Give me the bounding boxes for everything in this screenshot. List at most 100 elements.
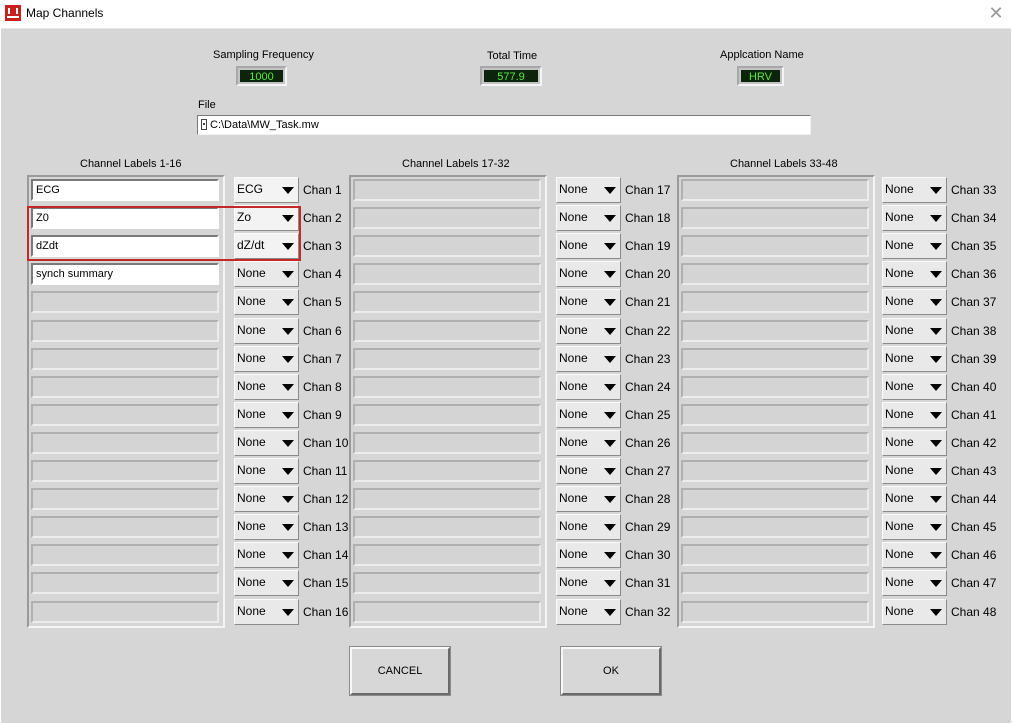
channel-label-input[interactable]: [31, 516, 219, 538]
dropdown-arrow-icon[interactable]: [282, 468, 294, 475]
dropdown-arrow-icon[interactable]: [930, 552, 942, 559]
dropdown-arrow-icon[interactable]: [604, 243, 616, 250]
channel-label-input[interactable]: [353, 601, 541, 623]
channel-mapping-dropdown[interactable]: None: [882, 318, 947, 344]
channel-mapping-dropdown[interactable]: None: [556, 599, 621, 625]
channel-label-input[interactable]: [681, 544, 869, 566]
channel-mapping-dropdown[interactable]: None: [882, 205, 947, 231]
channel-label-input[interactable]: [681, 348, 869, 370]
ok-button[interactable]: OK: [561, 647, 661, 695]
channel-label-input[interactable]: ECG: [31, 179, 219, 201]
dropdown-arrow-icon[interactable]: [282, 412, 294, 419]
channel-mapping-dropdown[interactable]: None: [882, 430, 947, 456]
channel-mapping-dropdown[interactable]: None: [882, 402, 947, 428]
channel-mapping-dropdown[interactable]: None: [882, 261, 947, 287]
channel-label-input[interactable]: [681, 404, 869, 426]
dropdown-arrow-icon[interactable]: [930, 299, 942, 306]
channel-mapping-dropdown[interactable]: None: [234, 542, 299, 568]
dropdown-arrow-icon[interactable]: [930, 524, 942, 531]
channel-mapping-dropdown[interactable]: None: [882, 289, 947, 315]
channel-mapping-dropdown[interactable]: None: [234, 374, 299, 400]
channel-label-input[interactable]: [31, 460, 219, 482]
dropdown-arrow-icon[interactable]: [930, 384, 942, 391]
channel-mapping-dropdown[interactable]: None: [556, 430, 621, 456]
channel-mapping-dropdown[interactable]: None: [556, 289, 621, 315]
channel-mapping-dropdown[interactable]: None: [882, 599, 947, 625]
dropdown-arrow-icon[interactable]: [282, 187, 294, 194]
dropdown-arrow-icon[interactable]: [604, 215, 616, 222]
channel-label-input[interactable]: [353, 432, 541, 454]
dropdown-arrow-icon[interactable]: [930, 187, 942, 194]
dropdown-arrow-icon[interactable]: [930, 496, 942, 503]
channel-mapping-dropdown[interactable]: None: [234, 346, 299, 372]
channel-mapping-dropdown[interactable]: None: [556, 261, 621, 287]
channel-label-input[interactable]: [31, 348, 219, 370]
channel-mapping-dropdown[interactable]: None: [556, 205, 621, 231]
dropdown-arrow-icon[interactable]: [604, 328, 616, 335]
dropdown-arrow-icon[interactable]: [930, 215, 942, 222]
channel-mapping-dropdown[interactable]: None: [234, 318, 299, 344]
channel-mapping-dropdown[interactable]: None: [556, 318, 621, 344]
channel-label-input[interactable]: [681, 516, 869, 538]
channel-mapping-dropdown[interactable]: None: [882, 458, 947, 484]
dropdown-arrow-icon[interactable]: [930, 609, 942, 616]
channel-mapping-dropdown[interactable]: None: [882, 374, 947, 400]
channel-label-input[interactable]: [681, 179, 869, 201]
channel-mapping-dropdown[interactable]: None: [882, 514, 947, 540]
dropdown-arrow-icon[interactable]: [604, 299, 616, 306]
dropdown-arrow-icon[interactable]: [930, 243, 942, 250]
channel-mapping-dropdown[interactable]: None: [882, 346, 947, 372]
channel-label-input[interactable]: [681, 263, 869, 285]
dropdown-arrow-icon[interactable]: [604, 496, 616, 503]
dropdown-arrow-icon[interactable]: [930, 356, 942, 363]
dropdown-arrow-icon[interactable]: [282, 580, 294, 587]
channel-label-input[interactable]: [353, 404, 541, 426]
channel-label-input[interactable]: [31, 320, 219, 342]
channel-mapping-dropdown[interactable]: None: [556, 177, 621, 203]
dropdown-arrow-icon[interactable]: [604, 187, 616, 194]
channel-label-input[interactable]: [353, 488, 541, 510]
channel-label-input[interactable]: [681, 488, 869, 510]
dropdown-arrow-icon[interactable]: [604, 609, 616, 616]
dropdown-arrow-icon[interactable]: [282, 271, 294, 278]
channel-mapping-dropdown[interactable]: dZ/dt: [234, 233, 299, 259]
channel-label-input[interactable]: [353, 207, 541, 229]
file-path-field[interactable]: C:\Data\MW_Task.mw: [197, 115, 811, 135]
dropdown-arrow-icon[interactable]: [604, 440, 616, 447]
channel-mapping-dropdown[interactable]: None: [234, 599, 299, 625]
channel-label-input[interactable]: [353, 460, 541, 482]
channel-label-input[interactable]: [31, 404, 219, 426]
channel-mapping-dropdown[interactable]: None: [234, 289, 299, 315]
dropdown-arrow-icon[interactable]: [282, 609, 294, 616]
dropdown-arrow-icon[interactable]: [604, 356, 616, 363]
channel-mapping-dropdown[interactable]: None: [556, 374, 621, 400]
channel-label-input[interactable]: [681, 235, 869, 257]
dropdown-arrow-icon[interactable]: [604, 552, 616, 559]
channel-label-input[interactable]: [353, 263, 541, 285]
channel-mapping-dropdown[interactable]: None: [234, 458, 299, 484]
dropdown-arrow-icon[interactable]: [282, 328, 294, 335]
channel-label-input[interactable]: [353, 348, 541, 370]
channel-mapping-dropdown[interactable]: None: [882, 177, 947, 203]
channel-label-input[interactable]: [31, 376, 219, 398]
dropdown-arrow-icon[interactable]: [604, 580, 616, 587]
channel-mapping-dropdown[interactable]: ECG: [234, 177, 299, 203]
channel-label-input[interactable]: [353, 376, 541, 398]
dropdown-arrow-icon[interactable]: [282, 440, 294, 447]
channel-mapping-dropdown[interactable]: None: [882, 570, 947, 596]
channel-mapping-dropdown[interactable]: None: [234, 261, 299, 287]
channel-label-input[interactable]: [681, 572, 869, 594]
channel-mapping-dropdown[interactable]: None: [234, 402, 299, 428]
dropdown-arrow-icon[interactable]: [930, 271, 942, 278]
channel-label-input[interactable]: [353, 544, 541, 566]
channel-label-input[interactable]: synch summary: [31, 263, 219, 285]
channel-mapping-dropdown[interactable]: None: [556, 402, 621, 428]
channel-mapping-dropdown[interactable]: None: [556, 570, 621, 596]
channel-mapping-dropdown[interactable]: None: [556, 486, 621, 512]
channel-mapping-dropdown[interactable]: None: [234, 430, 299, 456]
channel-label-input[interactable]: [353, 291, 541, 313]
channel-mapping-dropdown[interactable]: None: [234, 514, 299, 540]
channel-label-input[interactable]: [353, 179, 541, 201]
dropdown-arrow-icon[interactable]: [282, 552, 294, 559]
dropdown-arrow-icon[interactable]: [282, 384, 294, 391]
